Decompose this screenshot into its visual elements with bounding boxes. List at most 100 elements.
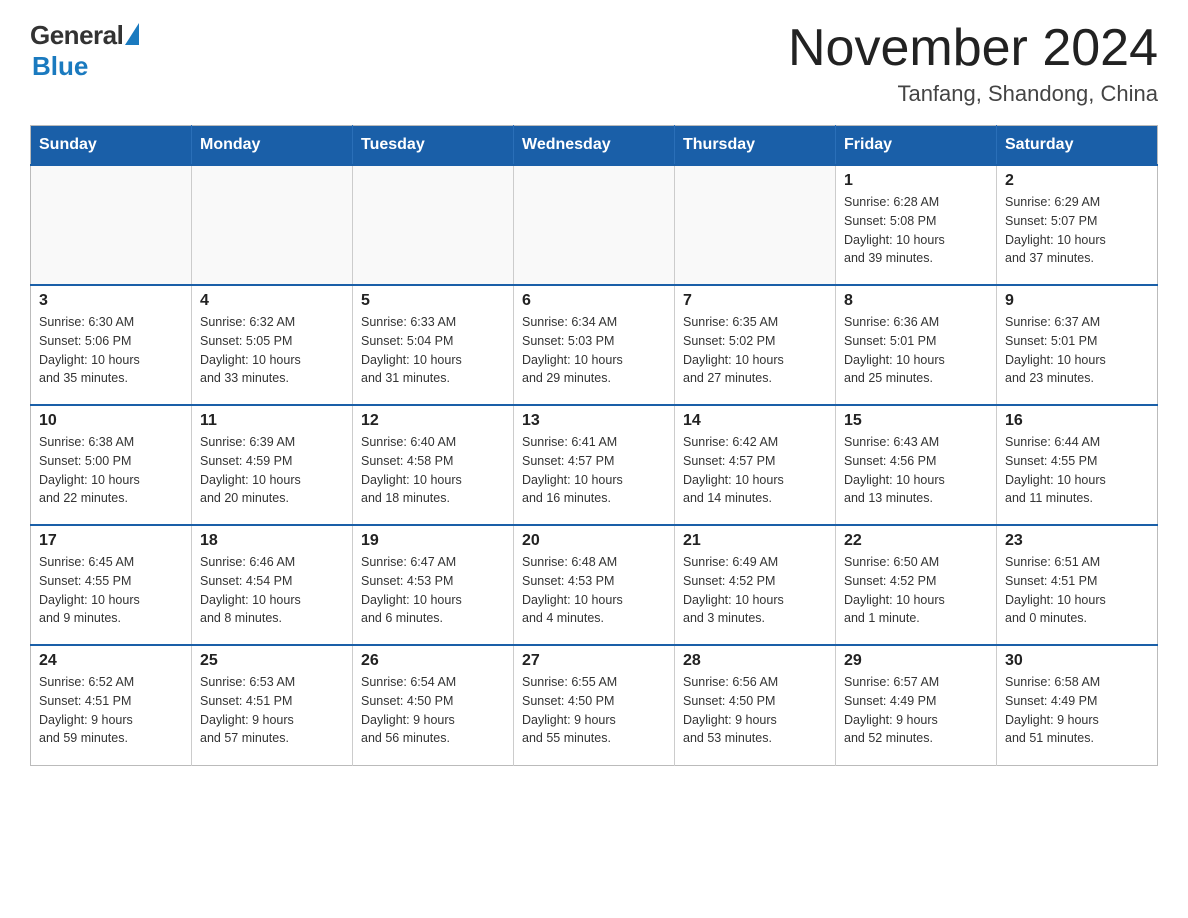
day-info: Sunrise: 6:38 AMSunset: 5:00 PMDaylight:… <box>39 433 183 508</box>
day-number: 14 <box>683 412 827 430</box>
day-info: Sunrise: 6:48 AMSunset: 4:53 PMDaylight:… <box>522 553 666 628</box>
day-number: 10 <box>39 412 183 430</box>
day-info: Sunrise: 6:40 AMSunset: 4:58 PMDaylight:… <box>361 433 505 508</box>
day-number: 16 <box>1005 412 1149 430</box>
day-info: Sunrise: 6:53 AMSunset: 4:51 PMDaylight:… <box>200 673 344 748</box>
calendar-cell <box>353 165 514 285</box>
day-info: Sunrise: 6:41 AMSunset: 4:57 PMDaylight:… <box>522 433 666 508</box>
calendar-cell: 6 Sunrise: 6:34 AMSunset: 5:03 PMDaylight… <box>514 285 675 405</box>
calendar-table: SundayMondayTuesdayWednesdayThursdayFrid… <box>30 125 1158 766</box>
day-number: 20 <box>522 532 666 550</box>
day-number: 3 <box>39 292 183 310</box>
day-info: Sunrise: 6:58 AMSunset: 4:49 PMDaylight:… <box>1005 673 1149 748</box>
day-number: 28 <box>683 652 827 670</box>
calendar-week-row: 17Sunrise: 6:45 AMSunset: 4:55 PMDayligh… <box>31 525 1158 645</box>
day-number: 21 <box>683 532 827 550</box>
day-number: 5 <box>361 292 505 310</box>
calendar-cell: 22 Sunrise: 6:50 AMSunset: 4:52 PMDayligh… <box>836 525 997 645</box>
day-number: 19 <box>361 532 505 550</box>
calendar-week-row: 10 Sunrise: 6:38 AMSunset: 5:00 PMDayligh… <box>31 405 1158 525</box>
page-header: General Blue November 2024 Tanfang, Shan… <box>30 20 1158 107</box>
logo: General Blue <box>30 20 139 82</box>
calendar-cell: 20 Sunrise: 6:48 AMSunset: 4:53 PMDayligh… <box>514 525 675 645</box>
calendar-cell: 10 Sunrise: 6:38 AMSunset: 5:00 PMDayligh… <box>31 405 192 525</box>
calendar-cell: 26 Sunrise: 6:54 AMSunset: 4:50 PMDayligh… <box>353 645 514 765</box>
day-number: 15 <box>844 412 988 430</box>
logo-blue-text: Blue <box>32 51 88 82</box>
day-info: Sunrise: 6:50 AMSunset: 4:52 PMDaylight:… <box>844 553 988 628</box>
day-info: Sunrise: 6:34 AMSunset: 5:03 PMDaylight:… <box>522 313 666 388</box>
calendar-cell: 14 Sunrise: 6:42 AMSunset: 4:57 PMDayligh… <box>675 405 836 525</box>
calendar-cell: 27Sunrise: 6:55 AMSunset: 4:50 PMDayligh… <box>514 645 675 765</box>
calendar-header: SundayMondayTuesdayWednesdayThursdayFrid… <box>31 126 1158 166</box>
day-info: Sunrise: 6:51 AMSunset: 4:51 PMDaylight:… <box>1005 553 1149 628</box>
logo-general-text: General <box>30 20 123 51</box>
calendar-cell: 7Sunrise: 6:35 AMSunset: 5:02 PMDaylight… <box>675 285 836 405</box>
calendar-cell: 16 Sunrise: 6:44 AMSunset: 4:55 PMDayligh… <box>997 405 1158 525</box>
calendar-cell: 9 Sunrise: 6:37 AMSunset: 5:01 PMDaylight… <box>997 285 1158 405</box>
day-number: 13 <box>522 412 666 430</box>
day-info: Sunrise: 6:52 AMSunset: 4:51 PMDaylight:… <box>39 673 183 748</box>
calendar-cell: 19Sunrise: 6:47 AMSunset: 4:53 PMDayligh… <box>353 525 514 645</box>
calendar-cell: 5 Sunrise: 6:33 AMSunset: 5:04 PMDaylight… <box>353 285 514 405</box>
calendar-subtitle: Tanfang, Shandong, China <box>788 81 1158 107</box>
day-info: Sunrise: 6:42 AMSunset: 4:57 PMDaylight:… <box>683 433 827 508</box>
day-of-week-header: Thursday <box>675 126 836 166</box>
calendar-cell: 29Sunrise: 6:57 AMSunset: 4:49 PMDayligh… <box>836 645 997 765</box>
day-of-week-header: Monday <box>192 126 353 166</box>
calendar-week-row: 24Sunrise: 6:52 AMSunset: 4:51 PMDayligh… <box>31 645 1158 765</box>
calendar-cell: 12 Sunrise: 6:40 AMSunset: 4:58 PMDayligh… <box>353 405 514 525</box>
calendar-week-row: 1Sunrise: 6:28 AMSunset: 5:08 PMDaylight… <box>31 165 1158 285</box>
day-info: Sunrise: 6:35 AMSunset: 5:02 PMDaylight:… <box>683 313 827 388</box>
day-info: Sunrise: 6:39 AMSunset: 4:59 PMDaylight:… <box>200 433 344 508</box>
calendar-cell: 24Sunrise: 6:52 AMSunset: 4:51 PMDayligh… <box>31 645 192 765</box>
calendar-cell: 15 Sunrise: 6:43 AMSunset: 4:56 PMDayligh… <box>836 405 997 525</box>
day-number: 8 <box>844 292 988 310</box>
calendar-cell <box>514 165 675 285</box>
day-number: 25 <box>200 652 344 670</box>
calendar-cell <box>192 165 353 285</box>
day-number: 29 <box>844 652 988 670</box>
day-info: Sunrise: 6:54 AMSunset: 4:50 PMDaylight:… <box>361 673 505 748</box>
day-of-week-header: Tuesday <box>353 126 514 166</box>
calendar-cell: 4Sunrise: 6:32 AMSunset: 5:05 PMDaylight… <box>192 285 353 405</box>
day-info: Sunrise: 6:49 AMSunset: 4:52 PMDaylight:… <box>683 553 827 628</box>
day-number: 18 <box>200 532 344 550</box>
calendar-cell: 18 Sunrise: 6:46 AMSunset: 4:54 PMDayligh… <box>192 525 353 645</box>
calendar-cell <box>675 165 836 285</box>
day-info: Sunrise: 6:43 AMSunset: 4:56 PMDaylight:… <box>844 433 988 508</box>
calendar-cell: 30 Sunrise: 6:58 AMSunset: 4:49 PMDayligh… <box>997 645 1158 765</box>
day-info: Sunrise: 6:55 AMSunset: 4:50 PMDaylight:… <box>522 673 666 748</box>
calendar-cell: 25 Sunrise: 6:53 AMSunset: 4:51 PMDayligh… <box>192 645 353 765</box>
day-number: 23 <box>1005 532 1149 550</box>
day-info: Sunrise: 6:37 AMSunset: 5:01 PMDaylight:… <box>1005 313 1149 388</box>
day-number: 12 <box>361 412 505 430</box>
calendar-cell: 13 Sunrise: 6:41 AMSunset: 4:57 PMDayligh… <box>514 405 675 525</box>
day-info: Sunrise: 6:44 AMSunset: 4:55 PMDaylight:… <box>1005 433 1149 508</box>
logo-triangle-icon <box>125 23 139 45</box>
calendar-week-row: 3 Sunrise: 6:30 AMSunset: 5:06 PMDaylight… <box>31 285 1158 405</box>
calendar-cell: 28 Sunrise: 6:56 AMSunset: 4:50 PMDayligh… <box>675 645 836 765</box>
day-number: 22 <box>844 532 988 550</box>
day-number: 4 <box>200 292 344 310</box>
calendar-cell: 11Sunrise: 6:39 AMSunset: 4:59 PMDayligh… <box>192 405 353 525</box>
calendar-cell: 1Sunrise: 6:28 AMSunset: 5:08 PMDaylight… <box>836 165 997 285</box>
calendar-cell: 17Sunrise: 6:45 AMSunset: 4:55 PMDayligh… <box>31 525 192 645</box>
day-number: 6 <box>522 292 666 310</box>
day-number: 2 <box>1005 172 1149 190</box>
day-number: 30 <box>1005 652 1149 670</box>
day-info: Sunrise: 6:36 AMSunset: 5:01 PMDaylight:… <box>844 313 988 388</box>
day-info: Sunrise: 6:46 AMSunset: 4:54 PMDaylight:… <box>200 553 344 628</box>
calendar-body: 1Sunrise: 6:28 AMSunset: 5:08 PMDaylight… <box>31 165 1158 765</box>
day-info: Sunrise: 6:29 AMSunset: 5:07 PMDaylight:… <box>1005 193 1149 268</box>
day-info: Sunrise: 6:30 AMSunset: 5:06 PMDaylight:… <box>39 313 183 388</box>
day-info: Sunrise: 6:45 AMSunset: 4:55 PMDaylight:… <box>39 553 183 628</box>
day-of-week-header: Saturday <box>997 126 1158 166</box>
day-number: 9 <box>1005 292 1149 310</box>
day-number: 1 <box>844 172 988 190</box>
day-info: Sunrise: 6:56 AMSunset: 4:50 PMDaylight:… <box>683 673 827 748</box>
calendar-cell: 21 Sunrise: 6:49 AMSunset: 4:52 PMDayligh… <box>675 525 836 645</box>
day-info: Sunrise: 6:33 AMSunset: 5:04 PMDaylight:… <box>361 313 505 388</box>
calendar-cell: 3 Sunrise: 6:30 AMSunset: 5:06 PMDaylight… <box>31 285 192 405</box>
day-number: 26 <box>361 652 505 670</box>
